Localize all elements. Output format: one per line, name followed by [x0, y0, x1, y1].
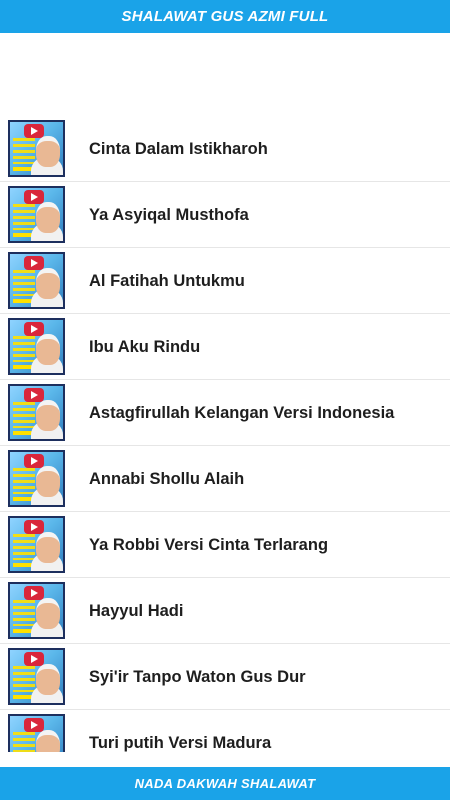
song-thumbnail-image [8, 648, 65, 705]
song-list-item[interactable]: Ya Robbi Versi Cinta Terlarang [0, 512, 450, 578]
song-title: Annabi Shollu Alaih [89, 469, 245, 488]
song-thumbnail-image [8, 714, 65, 752]
song-thumbnail-image [8, 186, 65, 243]
song-list[interactable]: Cinta Dalam Istikharoh Ya Asyiqal Mustho… [0, 116, 450, 752]
song-list-item[interactable]: Turi putih Versi Madura [0, 710, 450, 752]
play-icon [24, 322, 44, 336]
song-title: Ya Robbi Versi Cinta Terlarang [89, 535, 329, 554]
song-title: Hayyul Hadi [89, 601, 184, 620]
song-title: Astagfirullah Kelangan Versi Indonesia [89, 403, 395, 422]
song-thumbnail-image [8, 384, 65, 441]
song-thumbnail-image [8, 516, 65, 573]
song-thumbnail-image [8, 120, 65, 177]
song-list-item[interactable]: Syi'ir Tanpo Waton Gus Dur [0, 644, 450, 710]
song-list-item[interactable]: Annabi Shollu Alaih [0, 446, 450, 512]
song-title: Syi'ir Tanpo Waton Gus Dur [89, 667, 306, 686]
footer-banner[interactable]: NADA DAKWAH SHALAWAT [0, 767, 450, 800]
song-thumbnail-image [8, 450, 65, 507]
song-title: Al Fatihah Untukmu [89, 271, 245, 290]
footer-label: NADA DAKWAH SHALAWAT [134, 776, 316, 791]
play-icon [24, 256, 44, 270]
play-icon [24, 586, 44, 600]
play-icon [24, 454, 44, 468]
song-thumbnail-image [8, 318, 65, 375]
song-list-item[interactable]: Ibu Aku Rindu [0, 314, 450, 380]
song-thumbnail-image [8, 582, 65, 639]
play-icon [24, 652, 44, 666]
play-icon [24, 124, 44, 138]
play-icon [24, 388, 44, 402]
song-list-item[interactable]: Ya Asyiqal Musthofa [0, 182, 450, 248]
song-thumbnail-image [8, 252, 65, 309]
play-icon [24, 520, 44, 534]
app-title: SHALAWAT GUS AZMI FULL [121, 8, 329, 25]
play-icon [24, 190, 44, 204]
song-title: Ya Asyiqal Musthofa [89, 205, 249, 224]
song-list-item[interactable]: Cinta Dalam Istikharoh [0, 116, 450, 182]
song-title: Ibu Aku Rindu [89, 337, 201, 356]
song-list-item[interactable]: Hayyul Hadi [0, 578, 450, 644]
song-title: Turi putih Versi Madura [89, 733, 272, 752]
song-title: Cinta Dalam Istikharoh [89, 139, 268, 158]
app-header: SHALAWAT GUS AZMI FULL [0, 0, 450, 33]
song-list-item[interactable]: Astagfirullah Kelangan Versi Indonesia [0, 380, 450, 446]
play-icon [24, 718, 44, 732]
song-list-item[interactable]: Al Fatihah Untukmu [0, 248, 450, 314]
